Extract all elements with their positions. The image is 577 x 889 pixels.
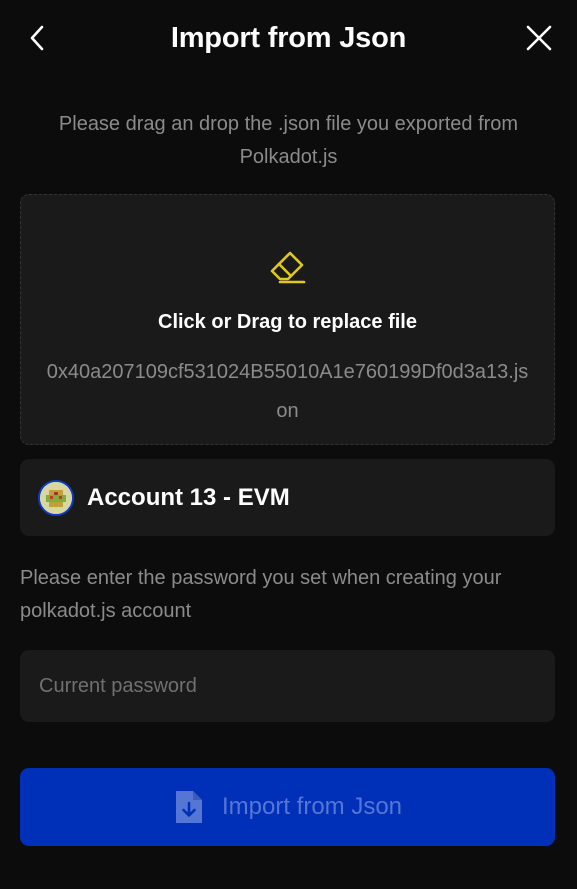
import-instructions: Please drag an drop the .json file you e… xyxy=(58,113,519,168)
close-button[interactable] xyxy=(521,20,557,56)
selected-filename: 0x40a207109cf531024B55010A1e760199Df0d3a… xyxy=(46,361,529,422)
import-from-json-button[interactable]: Import from Json xyxy=(20,768,555,846)
import-button-label: Import from Json xyxy=(221,793,403,820)
dropzone-label: Click or Drag to replace file xyxy=(158,311,417,333)
eraser-icon xyxy=(270,251,305,284)
password-input[interactable] xyxy=(20,650,555,722)
account-avatar xyxy=(38,479,74,516)
account-card: Account 13 - EVM xyxy=(20,459,555,536)
file-dropzone[interactable]: Click or Drag to replace file 0x40a20710… xyxy=(20,194,555,445)
header: Import from Json xyxy=(0,0,577,78)
close-icon xyxy=(526,25,552,51)
password-field-container xyxy=(20,650,555,722)
page-title: Import from Json xyxy=(170,22,407,54)
password-instructions: Please enter the password you set when c… xyxy=(20,567,502,622)
file-download-icon xyxy=(175,791,202,823)
account-name: Account 13 - EVM xyxy=(87,483,290,511)
